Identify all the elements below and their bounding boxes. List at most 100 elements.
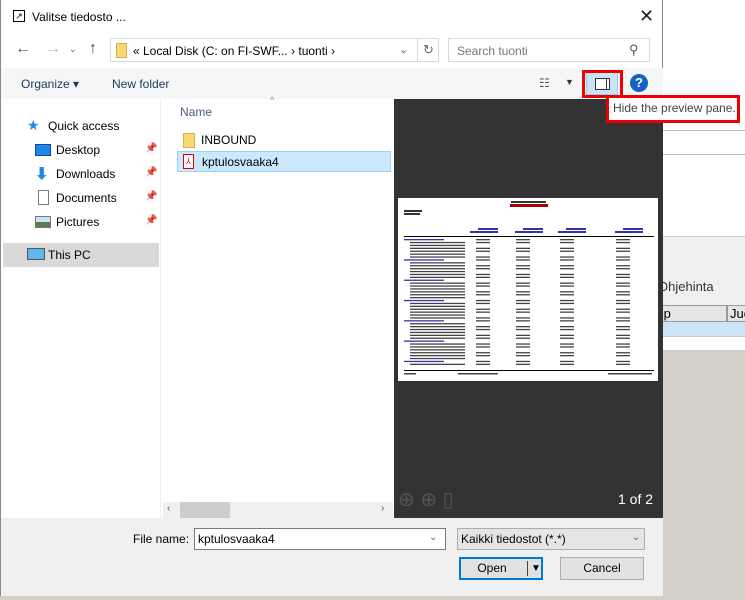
report-value <box>476 285 490 287</box>
next-page-icon[interactable]: ⊕ <box>420 489 437 511</box>
forward-icon[interactable]: → <box>45 40 61 58</box>
report-value <box>476 326 490 328</box>
report-value <box>476 360 490 363</box>
page-indicator: 1 of 2 <box>618 491 654 507</box>
report-rule <box>404 370 654 371</box>
column-header-kp[interactable]: Kp <box>652 305 727 322</box>
report-value <box>516 247 530 249</box>
nav-item-pictures[interactable]: Pictures 📌 <box>1 210 159 234</box>
report-value <box>516 291 530 293</box>
recent-dropdown-icon[interactable]: ⌄ <box>69 44 77 55</box>
column-header-juo[interactable]: Juo <box>727 305 745 322</box>
report-rule <box>404 236 654 237</box>
report-value <box>616 285 630 287</box>
breadcrumb[interactable]: « Local Disk (C: on FI-SWF... › tuonti › <box>133 44 335 58</box>
toolbar: Organize ▾ New folder ☷ ▼ ? <box>1 68 663 99</box>
chevron-down-icon[interactable]: ⌄ <box>399 43 408 56</box>
horizontal-scrollbar[interactable]: ‹ › <box>163 502 393 518</box>
report-title-line <box>510 204 548 207</box>
report-value <box>560 311 574 313</box>
report-value <box>476 259 490 261</box>
nav-item-desktop[interactable]: Desktop 📌 <box>1 138 159 162</box>
table-row[interactable] <box>662 322 745 337</box>
nav-item-downloads[interactable]: ⬇ Downloads 📌 <box>1 162 159 186</box>
report-value <box>616 239 630 241</box>
divider <box>662 154 745 155</box>
chevron-down-icon[interactable]: ⌄ <box>429 532 437 543</box>
file-type-value: Kaikki tiedostot (*.*) <box>461 532 566 546</box>
report-row-label <box>410 276 465 278</box>
pin-icon[interactable]: 📌 <box>145 167 157 178</box>
pin-icon[interactable]: 📌 <box>145 215 157 226</box>
cancel-button[interactable]: Cancel <box>560 557 644 580</box>
report-footer <box>458 373 498 375</box>
report-row-label <box>410 282 465 284</box>
up-icon[interactable]: ↑ <box>89 40 97 58</box>
report-row-label <box>410 314 465 316</box>
report-meta <box>404 210 422 212</box>
report-value <box>616 265 630 267</box>
open-button[interactable]: Open ▼ <box>459 557 543 580</box>
report-value <box>476 256 490 258</box>
file-name-label: File name: <box>133 532 190 546</box>
file-name-input[interactable] <box>194 528 446 550</box>
nav-item-quick-access[interactable]: ★ Quick access <box>1 114 159 138</box>
pin-icon[interactable]: 📌 <box>145 143 157 154</box>
caret-down-icon[interactable]: ▼ <box>565 77 574 87</box>
back-icon[interactable]: ← <box>15 40 31 58</box>
search-input[interactable]: Search tuonti ⚲ <box>448 38 650 62</box>
report-value <box>560 343 574 345</box>
report-row-label <box>410 337 465 339</box>
report-value <box>616 360 630 363</box>
report-value <box>476 317 490 319</box>
scroll-left-icon[interactable]: ‹ <box>167 503 170 514</box>
help-icon[interactable]: ? <box>630 74 648 92</box>
report-row-label <box>410 244 465 247</box>
file-item-kptulosvaaka4[interactable]: ⅄ kptulosvaaka4 <box>177 151 391 172</box>
report-value <box>476 334 490 336</box>
report-footer <box>404 373 416 375</box>
nav-item-this-pc[interactable]: This PC <box>3 243 159 267</box>
report-value <box>560 294 574 296</box>
search-icon[interactable]: ⚲ <box>629 42 639 58</box>
open-dropdown-icon[interactable]: ▼ <box>531 559 541 578</box>
report-row-label <box>404 360 444 363</box>
report-value <box>560 320 574 322</box>
new-folder-button[interactable]: New folder <box>112 77 169 91</box>
report-value <box>476 343 490 345</box>
report-value <box>516 256 530 258</box>
report-value <box>560 346 574 348</box>
report-value <box>616 334 630 336</box>
previous-page-icon[interactable]: ⊕ <box>398 489 415 511</box>
column-heading <box>566 228 586 230</box>
report-value <box>476 294 490 296</box>
preview-pane-button[interactable] <box>586 72 618 95</box>
refresh-icon[interactable]: ↻ <box>417 39 439 61</box>
report-value <box>560 268 574 270</box>
column-heading <box>470 231 498 233</box>
dialog-title: Valitse tiedosto ... <box>32 10 126 24</box>
scroll-right-icon[interactable]: › <box>381 503 384 514</box>
file-type-select[interactable]: Kaikki tiedostot (*.*) ⌄ <box>457 528 645 550</box>
report-value <box>476 352 490 354</box>
column-header-name[interactable]: Name <box>180 105 212 119</box>
table-row[interactable] <box>662 337 745 351</box>
pin-icon[interactable]: 📌 <box>145 191 157 202</box>
organize-button[interactable]: Organize ▾ <box>21 77 79 91</box>
nav-item-documents[interactable]: Documents 📌 <box>1 186 159 210</box>
file-item-inbound[interactable]: INBOUND <box>177 130 391 151</box>
report-value <box>560 299 574 302</box>
view-options-icon[interactable]: ☷ <box>539 76 550 90</box>
scrollbar-thumb[interactable] <box>180 502 230 518</box>
address-bar[interactable]: « Local Disk (C: on FI-SWF... › tuonti ›… <box>110 38 439 62</box>
report-row-label <box>410 291 465 293</box>
report-value <box>560 360 574 363</box>
dialog-footer: File name: ⌄ Kaikki tiedostot (*.*) ⌄ Op… <box>1 518 663 596</box>
report-meta <box>404 213 420 215</box>
fit-width-icon[interactable]: ▯ <box>443 489 454 511</box>
close-icon[interactable]: ✕ <box>639 6 654 27</box>
column-heading <box>623 228 643 230</box>
report-value <box>516 326 530 328</box>
nav-label: Downloads <box>56 167 116 181</box>
report-value <box>516 282 530 284</box>
